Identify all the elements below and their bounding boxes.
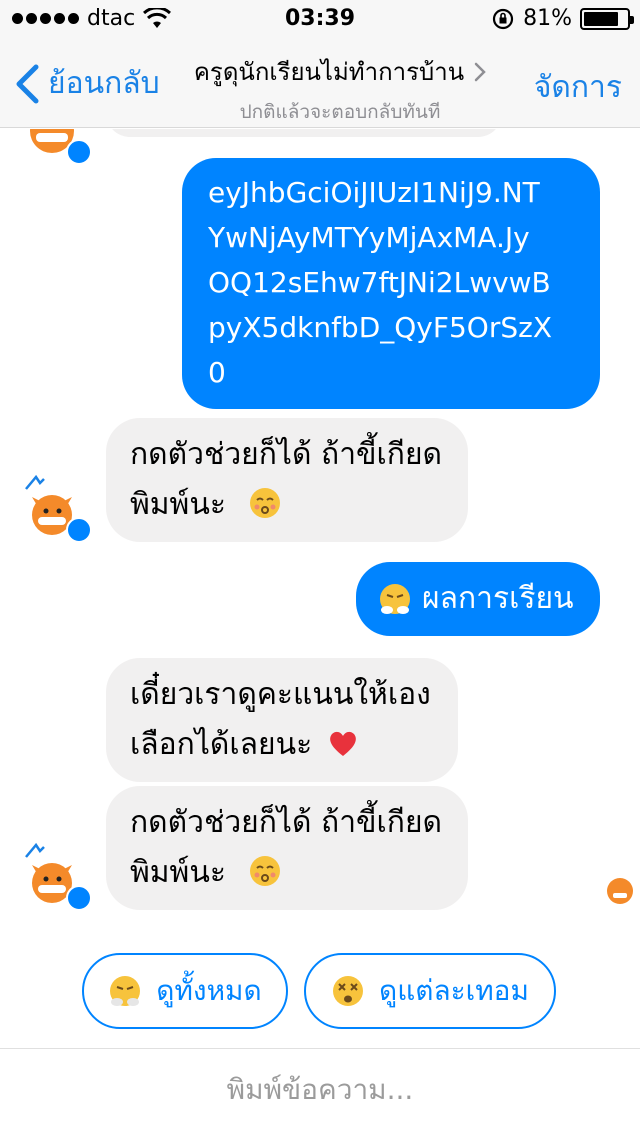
kissing-face-icon: [249, 488, 280, 518]
wifi-icon: [143, 7, 172, 28]
quick-reply-button[interactable]: ดูแต่ละเทอม: [304, 953, 556, 1029]
bot-avatar[interactable]: [22, 841, 92, 911]
message-line: eyJhbGciOiJIUzI1NiJ9.NT: [208, 176, 540, 209]
message-input[interactable]: [0, 1073, 640, 1106]
chevron-right-icon: [474, 62, 486, 81]
quick-reply-label: ดูทั้งหมด: [156, 974, 262, 1007]
dizzy-face-icon: [333, 976, 364, 1006]
message-line: YwNjAyMTYyMjAxMA.Jy: [208, 221, 530, 254]
navigation-bar: ย้อนกลับ ครูดุนักเรียนไม่ทำการบ้าน ปกติแ…: [0, 40, 640, 128]
quick-reply-button[interactable]: ดูทั้งหมด: [82, 953, 288, 1029]
message-line: พิมพ์นะ: [130, 480, 446, 530]
rotation-lock-icon: [492, 8, 514, 29]
message-line: พิมพ์นะ: [130, 848, 446, 898]
outgoing-message-bubble[interactable]: ผลการเรียน: [356, 562, 600, 636]
message-text: ผลการเรียน: [422, 581, 574, 616]
conversation-title: ครูดุนักเรียนไม่ทำการบ้าน: [193, 58, 465, 86]
message-line: กดตัวช่วยก็ได้ ถ้าขี้เกียด: [130, 437, 443, 472]
red-heart-icon: [329, 731, 356, 756]
messenger-badge-icon: [66, 517, 92, 543]
messenger-badge-icon: [66, 139, 92, 165]
status-bar: dtac 03:39 81%: [0, 0, 640, 40]
message-line: pyX5dknfbD_QyF5OrSzX: [208, 311, 552, 344]
previous-message-bubble: [106, 129, 502, 137]
incoming-message-bubble[interactable]: กดตัวช่วยก็ได้ ถ้าขี้เกียด พิมพ์นะ: [106, 786, 468, 910]
carrier-name: dtac: [87, 6, 136, 31]
message-thread[interactable]: eyJhbGciOiJIUzI1NiJ9.NT YwNjAyMTYyMjAxMA…: [0, 129, 640, 1049]
message-text: พิมพ์นะ: [130, 855, 226, 890]
manage-button[interactable]: จัดการ: [534, 64, 622, 111]
message-line: เดี๋ยวเราดูคะแนนให้เอง: [130, 677, 431, 712]
signal-strength-icon: [12, 13, 79, 24]
battery-fill: [584, 11, 619, 26]
message-line: เลือกได้เลยนะ: [130, 720, 436, 770]
message-line: OQ12sEhw7ftJNi2LwvwB: [208, 266, 551, 299]
bot-avatar[interactable]: [22, 129, 92, 165]
incoming-message-bubble[interactable]: กดตัวช่วยก็ได้ ถ้าขี้เกียด พิมพ์นะ: [106, 418, 468, 542]
read-receipt-avatar: [606, 877, 634, 905]
message-text: เลือกได้เลยนะ: [130, 727, 313, 762]
conversation-header[interactable]: ครูดุนักเรียนไม่ทำการบ้าน ปกติแล้วจะตอบก…: [180, 52, 500, 127]
back-button[interactable]: ย้อนกลับ: [14, 60, 160, 107]
incoming-message-bubble[interactable]: เดี๋ยวเราดูคะแนนให้เอง เลือกได้เลยนะ: [106, 658, 458, 782]
message-text: พิมพ์นะ: [130, 487, 226, 522]
message-composer: [0, 1048, 640, 1136]
back-label: ย้อนกลับ: [48, 66, 160, 101]
bot-avatar[interactable]: [22, 473, 92, 543]
message-line: 0: [208, 356, 226, 389]
face-with-steam-icon: [380, 584, 410, 614]
quick-reply-label: ดูแต่ละเทอม: [379, 974, 529, 1007]
conversation-title-row: ครูดุนักเรียนไม่ทำการบ้าน: [180, 52, 500, 91]
battery-icon: [580, 7, 634, 30]
status-right: 81%: [491, 6, 634, 31]
face-with-steam-icon: [110, 976, 141, 1006]
chevron-left-icon: [16, 64, 39, 103]
tiger-mascot-icon: [607, 878, 633, 904]
response-time-subtitle: ปกติแล้วจะตอบกลับทันที: [239, 101, 441, 123]
messenger-badge-icon: [66, 885, 92, 911]
kissing-face-icon: [249, 856, 280, 886]
status-left: dtac: [12, 6, 172, 31]
outgoing-message-bubble[interactable]: eyJhbGciOiJIUzI1NiJ9.NT YwNjAyMTYyMjAxMA…: [182, 158, 600, 409]
message-line: กดตัวช่วยก็ได้ ถ้าขี้เกียด: [130, 805, 443, 840]
battery-percent: 81%: [523, 6, 572, 31]
